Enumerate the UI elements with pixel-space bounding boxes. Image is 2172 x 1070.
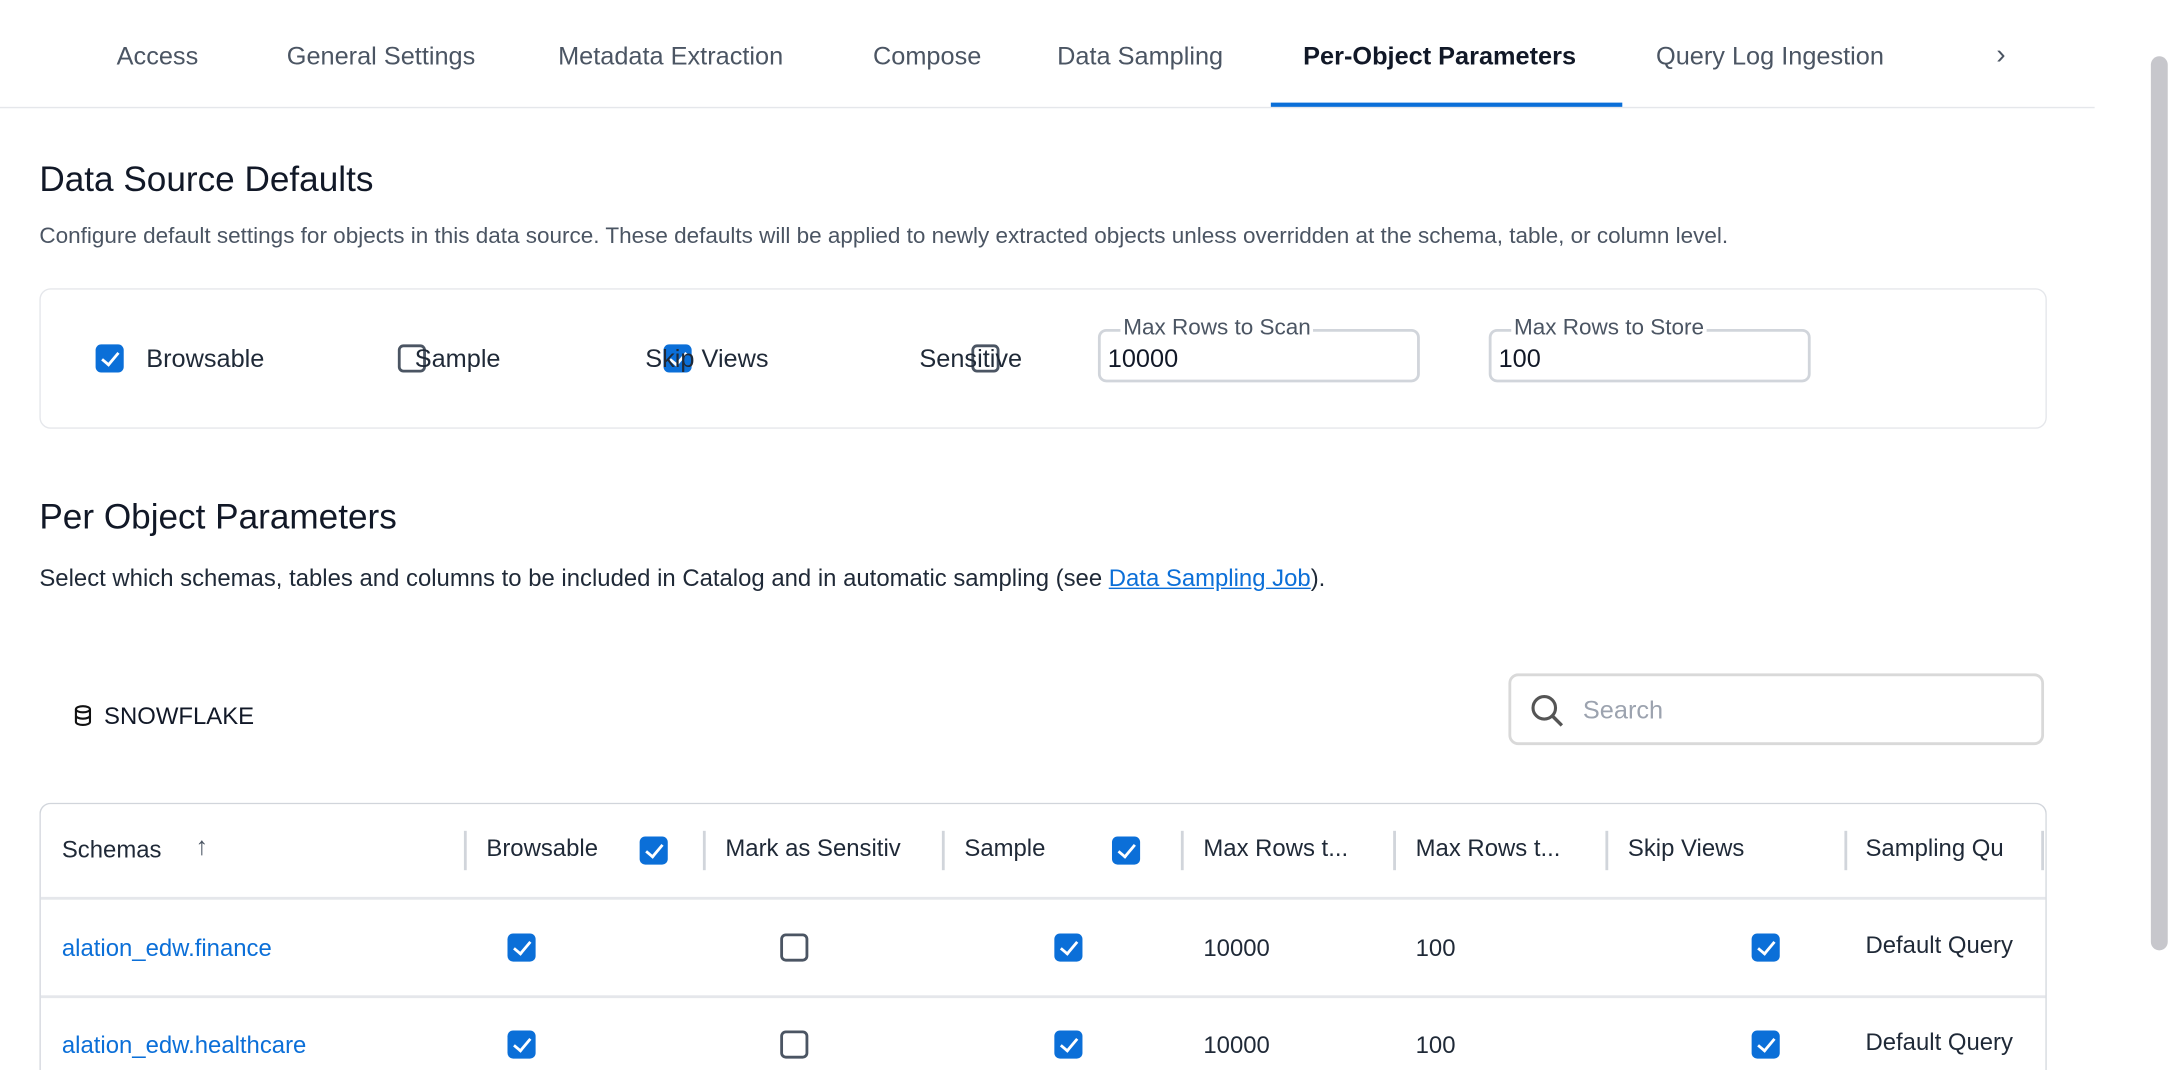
row-sensitive-checkbox[interactable]: [781, 933, 809, 961]
vertical-scrollbar[interactable]: [2151, 56, 2168, 950]
header-skip-views: Skip Views: [1628, 835, 1744, 863]
search-icon: [1530, 693, 1567, 730]
tab-data-sampling[interactable]: Data Sampling: [1057, 42, 1223, 72]
data-source-label: SNOWFLAKE: [73, 703, 254, 731]
active-tab-indicator: [1271, 103, 1622, 107]
table-row: alation_edw.finance 10000 100 Default Qu…: [41, 900, 2046, 996]
header-browsable: Browsable: [486, 835, 598, 863]
column-resizer[interactable]: [1393, 831, 1396, 870]
source-name: SNOWFLAKE: [104, 703, 254, 730]
header-schemas[interactable]: Schemas: [62, 836, 162, 864]
header-browsable-checkbox[interactable]: [640, 836, 668, 864]
row-max-rows-scan[interactable]: 10000: [1203, 935, 1269, 963]
max-rows-store-value: 100: [1499, 344, 1541, 374]
chevron-right-icon[interactable]: ›: [1996, 39, 2005, 71]
header-max-rows-store: Max Rows t...: [1416, 835, 1561, 863]
sample-label: Sample: [415, 344, 501, 374]
description-end: ).: [1311, 565, 1326, 592]
description-text: Select which schemas, tables and columns…: [39, 565, 1108, 592]
max-rows-scan-field[interactable]: Max Rows to Scan 10000: [1098, 329, 1420, 382]
column-resizer[interactable]: [2041, 831, 2044, 870]
row-sensitive-checkbox[interactable]: [781, 1030, 809, 1058]
per-object-description: Select which schemas, tables and columns…: [39, 565, 1325, 593]
tab-compose[interactable]: Compose: [873, 42, 981, 72]
column-resizer[interactable]: [942, 831, 945, 870]
column-resizer[interactable]: [703, 831, 706, 870]
schema-link[interactable]: alation_edw.finance: [62, 935, 272, 963]
row-sampling-query[interactable]: Default Query: [1865, 1029, 2012, 1057]
column-resizer[interactable]: [1181, 831, 1184, 870]
row-max-rows-scan[interactable]: 10000: [1203, 1032, 1269, 1060]
tab-general-settings[interactable]: General Settings: [287, 42, 475, 72]
per-object-title: Per Object Parameters: [39, 498, 396, 539]
column-resizer[interactable]: [464, 831, 467, 870]
header-max-rows-scan: Max Rows t...: [1203, 835, 1348, 863]
schema-link[interactable]: alation_edw.healthcare: [62, 1032, 306, 1060]
max-rows-scan-label: Max Rows to Scan: [1120, 318, 1313, 340]
browsable-label: Browsable: [146, 344, 264, 374]
defaults-title: Data Source Defaults: [39, 160, 373, 201]
schemas-table: Schemas ↑ Browsable Mark as Sensitiv Sam…: [39, 803, 2046, 1070]
row-sample-checkbox[interactable]: [1054, 933, 1082, 961]
row-browsable-checkbox[interactable]: [507, 933, 535, 961]
search-placeholder: Search: [1583, 696, 1663, 726]
tab-access[interactable]: Access: [117, 42, 199, 72]
search-input[interactable]: Search: [1508, 673, 2044, 745]
header-sampling-query: Sampling Qu: [1865, 835, 2006, 863]
max-rows-store-field[interactable]: Max Rows to Store 100: [1489, 329, 1811, 382]
skip-views-label: Skip Views: [645, 344, 768, 374]
defaults-card: Browsable Sample Skip Views Sensitive Ma…: [39, 288, 2046, 429]
row-browsable-checkbox[interactable]: [507, 1030, 535, 1058]
header-mark-as-sensitive: Mark as Sensitiv: [725, 835, 922, 863]
tab-query-log-ingestion[interactable]: Query Log Ingestion: [1656, 42, 1884, 72]
tab-bar: Access General Settings Metadata Extract…: [0, 0, 2095, 108]
data-sampling-job-link[interactable]: Data Sampling Job: [1109, 565, 1311, 592]
sensitive-label: Sensitive: [919, 344, 1022, 374]
row-max-rows-store[interactable]: 100: [1416, 1032, 1456, 1060]
tab-per-object-parameters[interactable]: Per-Object Parameters: [1303, 42, 1576, 72]
database-icon: [73, 704, 93, 726]
browsable-checkbox[interactable]: [96, 344, 124, 372]
column-resizer[interactable]: [1844, 831, 1847, 870]
max-rows-store-label: Max Rows to Store: [1511, 318, 1707, 340]
row-max-rows-store[interactable]: 100: [1416, 935, 1456, 963]
tab-metadata-extraction[interactable]: Metadata Extraction: [558, 42, 783, 72]
column-resizer[interactable]: [1605, 831, 1608, 870]
table-row: alation_edw.healthcare 10000 100 Default…: [41, 998, 2046, 1070]
header-sample-checkbox[interactable]: [1113, 836, 1141, 864]
row-skip-views-checkbox[interactable]: [1752, 1030, 1780, 1058]
header-sample: Sample: [964, 835, 1045, 863]
row-skip-views-checkbox[interactable]: [1752, 933, 1780, 961]
max-rows-scan-value: 10000: [1108, 344, 1178, 374]
defaults-description: Configure default settings for objects i…: [39, 225, 1728, 250]
row-sample-checkbox[interactable]: [1054, 1030, 1082, 1058]
row-sampling-query[interactable]: Default Query: [1865, 932, 2012, 960]
sort-ascending-icon[interactable]: ↑: [195, 832, 208, 862]
